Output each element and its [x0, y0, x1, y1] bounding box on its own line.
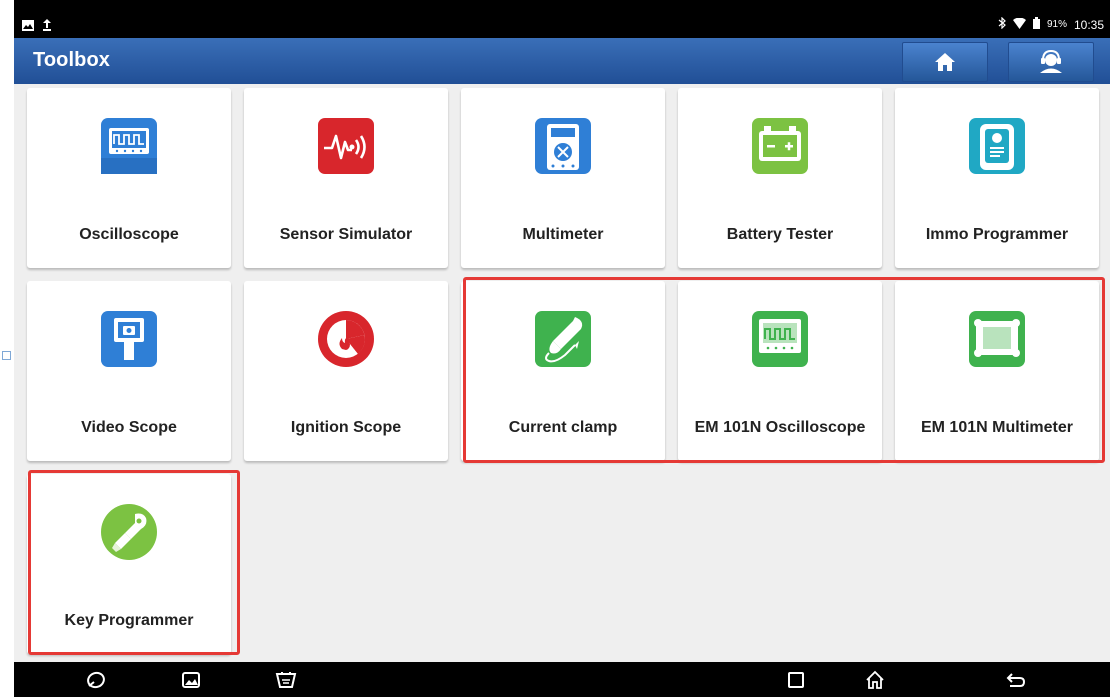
em101n-multimeter-icon: [969, 311, 1025, 367]
tool-label: Immo Programmer: [925, 226, 1069, 243]
tool-label: Ignition Scope: [290, 419, 402, 436]
immo-programmer-icon: [969, 118, 1025, 174]
support-button[interactable]: [1008, 42, 1094, 82]
battery-status-icon: [1032, 17, 1040, 32]
recent-apps-icon: [788, 672, 804, 688]
window-resize-handle[interactable]: [2, 351, 11, 360]
obd-connector-icon: [275, 672, 297, 688]
tool-label: Current clamp: [508, 419, 618, 436]
browser-button[interactable]: [82, 666, 110, 694]
home-icon: [935, 53, 955, 71]
gallery-button[interactable]: [177, 666, 205, 694]
tool-label: Key Programmer: [64, 612, 194, 629]
tool-tile-key-programmer[interactable]: Key Programmer: [27, 474, 231, 654]
battery-percent: 91%: [1046, 19, 1067, 30]
clock: 10:35: [1073, 17, 1104, 32]
home-button[interactable]: [902, 42, 988, 82]
tool-tile-sensor-simulator[interactable]: Sensor Simulator: [244, 88, 448, 268]
tool-label: EM 101N Multimeter: [920, 419, 1074, 436]
tablet-screen: 91% 10:35 Toolbox Oscilloscope Sensor Si…: [14, 0, 1110, 697]
tool-tile-current-clamp[interactable]: Current clamp: [461, 281, 665, 461]
toolbox-grid: Oscilloscope Sensor Simulator Multimeter…: [14, 84, 1110, 662]
status-bar: 91% 10:35: [14, 0, 1110, 38]
gallery-icon: [182, 672, 200, 688]
page-title: Toolbox: [33, 49, 110, 71]
tool-tile-em101n-oscilloscope[interactable]: EM 101N Oscilloscope: [678, 281, 882, 461]
tool-tile-multimeter[interactable]: Multimeter: [461, 88, 665, 268]
diagnostic-connector-button[interactable]: [272, 666, 300, 694]
tool-label: Oscilloscope: [79, 226, 179, 243]
tool-label: Multimeter: [522, 226, 604, 243]
bluetooth-icon: [998, 16, 1006, 32]
tool-tile-battery-tester[interactable]: Battery Tester: [678, 88, 882, 268]
browser-icon: [87, 671, 105, 689]
system-nav-bar: [14, 662, 1110, 697]
current-clamp-icon: [535, 311, 591, 367]
ignition-scope-icon: [318, 311, 374, 367]
home-nav-button[interactable]: [861, 666, 889, 694]
em101n-oscilloscope-icon: [752, 311, 808, 367]
upload-notification-icon: [42, 19, 52, 33]
multimeter-icon: [535, 118, 591, 174]
key-programmer-icon: [101, 504, 157, 560]
back-arrow-icon: [1006, 673, 1026, 687]
tool-label: Video Scope: [81, 419, 177, 436]
tool-tile-em101n-multimeter[interactable]: EM 101N Multimeter: [895, 281, 1099, 461]
tool-tile-immo-programmer[interactable]: Immo Programmer: [895, 88, 1099, 268]
tool-tile-ignition-scope[interactable]: Ignition Scope: [244, 281, 448, 461]
oscilloscope-icon: [101, 118, 157, 174]
customer-support-icon: [1040, 50, 1062, 73]
sensor-simulator-icon: [318, 118, 374, 174]
app-header: Toolbox: [14, 38, 1110, 84]
tool-label: EM 101N Oscilloscope: [694, 419, 866, 436]
tool-label: Sensor Simulator: [279, 226, 413, 243]
wifi-icon: [1012, 17, 1026, 32]
home-outline-icon: [866, 670, 884, 689]
recent-apps-button[interactable]: [782, 666, 810, 694]
video-scope-icon: [101, 311, 157, 367]
tool-tile-video-scope[interactable]: Video Scope: [27, 281, 231, 461]
tool-tile-oscilloscope[interactable]: Oscilloscope: [27, 88, 231, 268]
battery-icon: [752, 118, 808, 174]
image-notification-icon: [22, 19, 34, 33]
back-button[interactable]: [1002, 666, 1030, 694]
tool-label: Battery Tester: [726, 226, 834, 243]
